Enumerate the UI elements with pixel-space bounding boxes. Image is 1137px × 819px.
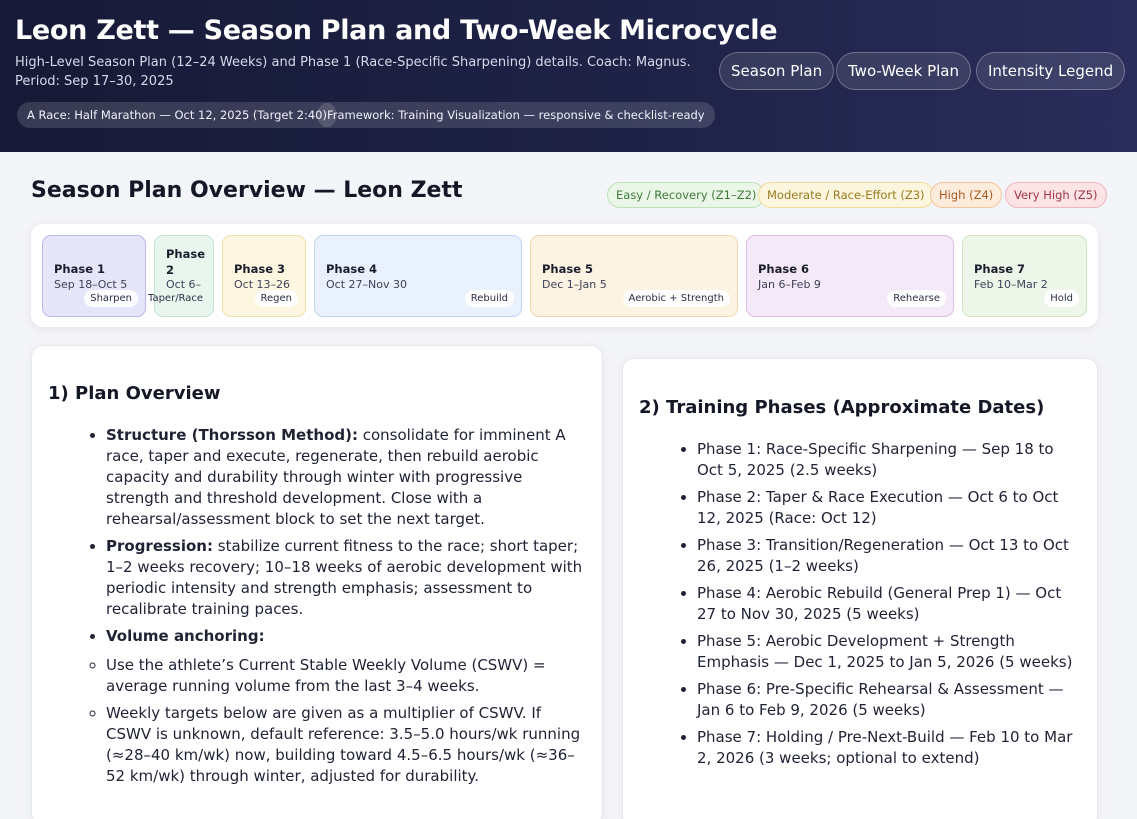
phase-name: Phase 6 [758,262,810,276]
framework-chip: Framework: Training Visualization — resp… [317,102,715,128]
nav-two-week-plan-button[interactable]: Two-Week Plan [836,52,971,90]
plan-overview-card: 1) Plan Overview Structure (Thorsson Met… [31,345,603,819]
phase-tag: Hold [1044,290,1079,307]
list-item: Progression: stabilize current fitness t… [106,536,588,620]
phase-name: Phase 1 [54,262,106,276]
list-item: Phase 7: Holding / Pre-Next-Build — Feb … [697,727,1084,769]
a-race-chip: A Race: Half Marathon — Oct 12, 2025 (Ta… [17,102,337,128]
list-item: Phase 5: Aerobic Development + Strength … [697,631,1084,673]
phase-dates: Oct 27–Nov 30 [326,278,407,291]
phase-name: Phase 3 [234,262,286,276]
phase-name: Phase 2 [166,247,206,277]
volume-anchoring-sublist: Use the athlete’s Current Stable Weekly … [48,655,588,787]
phase-dates: Jan 6–Feb 9 [758,278,821,291]
sub-list-item: Weekly targets below are given as a mult… [106,703,588,787]
item-label: Structure (Thorsson Method): [106,426,358,444]
phase-tag: Aerobic + Strength [622,290,730,307]
phase-dates: Feb 10–Mar 2 [974,278,1048,291]
page-subtitle: High-Level Season Plan (12–24 Weeks) and… [15,55,691,89]
item-label: Progression: [106,537,213,555]
season-overview-title: Season Plan Overview — Leon Zett [31,178,463,203]
timeline-phase-2[interactable]: Phase 2 Oct 6– Taper/Race [148,235,214,317]
list-item: Volume anchoring: Use the athlete’s Curr… [106,626,588,787]
phase-tag: Sharpen [84,290,138,307]
timeline-phase-6[interactable]: Phase 6 Jan 6–Feb 9 Rehearse [746,235,954,317]
timeline-phase-4[interactable]: Phase 4 Oct 27–Nov 30 Rebuild [314,235,522,317]
nav-season-plan-button[interactable]: Season Plan [719,52,835,90]
sub-list-item: Use the athlete’s Current Stable Weekly … [106,655,588,697]
item-label: Volume anchoring: [106,627,265,645]
page-title: Leon Zett — Season Plan and Two-Week Mic… [15,15,778,46]
phase-name: Phase 4 [326,262,378,276]
timeline-phase-1[interactable]: Phase 1 Sep 18–Oct 5 Sharpen [42,235,146,317]
phase-name: Phase 7 [974,262,1026,276]
legend-very-high-badge: Very High (Z5) [1005,182,1107,208]
phase-tag: Rebuild [464,290,514,307]
timeline-phase-5[interactable]: Phase 5 Dec 1–Jan 5 Aerobic + Strength [530,235,738,317]
phase-dates: Dec 1–Jan 5 [542,278,607,291]
phase-tag: Taper/Race [148,293,204,304]
list-item: Structure (Thorsson Method): consolidate… [106,425,588,530]
phase-name: Phase 5 [542,262,594,276]
nav-intensity-legend-button[interactable]: Intensity Legend [976,52,1126,90]
plan-overview-title: 1) Plan Overview [48,383,221,404]
list-item: Phase 2: Taper & Race Execution — Oct 6 … [697,487,1084,529]
list-item: Phase 6: Pre-Specific Rehearsal & Assess… [697,679,1084,721]
page-header: Leon Zett — Season Plan and Two-Week Mic… [0,0,1137,152]
phase-tag: Rehearse [887,290,946,307]
list-item: Phase 4: Aerobic Rebuild (General Prep 1… [697,583,1084,625]
legend-moderate-badge: Moderate / Race-Effort (Z3) [758,182,934,208]
timeline-phase-3[interactable]: Phase 3 Oct 13–26 Regen [222,235,306,317]
plan-overview-list: Structure (Thorsson Method): consolidate… [48,425,588,793]
timeline-phase-7[interactable]: Phase 7 Feb 10–Mar 2 Hold [962,235,1087,317]
legend-easy-badge: Easy / Recovery (Z1–Z2) [607,182,766,208]
training-phases-card: 2) Training Phases (Approximate Dates) P… [622,358,1098,819]
legend-high-badge: High (Z4) [930,182,1003,208]
list-item: Phase 1: Race-Specific Sharpening — Sep … [697,439,1084,481]
training-phases-list: Phase 1: Race-Specific Sharpening — Sep … [639,439,1084,775]
training-phases-title: 2) Training Phases (Approximate Dates) [639,397,1045,418]
list-item: Phase 3: Transition/Regeneration — Oct 1… [697,535,1084,577]
season-timeline: Phase 1 Sep 18–Oct 5 Sharpen Phase 2 Oct… [31,224,1098,327]
phase-tag: Regen [254,290,298,307]
